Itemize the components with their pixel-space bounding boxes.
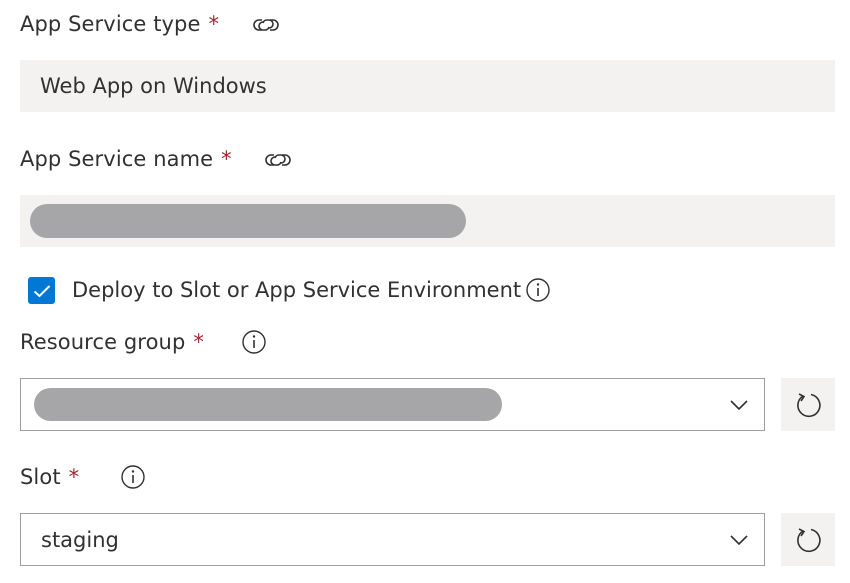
app-service-name-label: App Service name [20, 147, 214, 171]
required-asterisk: * [208, 12, 220, 36]
slot-dropdown[interactable]: staging [20, 513, 765, 566]
resource-group-label: Resource group [20, 330, 186, 354]
deploy-to-slot-checkbox[interactable] [28, 277, 55, 304]
chevron-down-icon [730, 535, 748, 546]
refresh-icon [797, 392, 821, 417]
slot-label: Slot [20, 465, 61, 489]
redaction-mark [30, 204, 466, 238]
app-service-type-value: Web App on Windows [40, 74, 267, 98]
link-icon[interactable] [263, 148, 293, 172]
info-icon[interactable] [525, 277, 551, 303]
info-icon[interactable] [241, 329, 267, 355]
link-icon[interactable] [251, 13, 281, 37]
required-asterisk: * [193, 330, 204, 354]
required-asterisk: * [68, 465, 80, 489]
deploy-to-slot-label: Deploy to Slot or App Service Environmen… [72, 278, 522, 302]
refresh-icon [797, 527, 821, 552]
resource-group-refresh-button[interactable] [781, 378, 835, 431]
app-service-type-label-row: App Service type * [20, 9, 219, 39]
resource-group-label-row: Resource group * [20, 327, 204, 357]
app-service-name-label-row: App Service name * [20, 144, 232, 174]
slot-value: staging [41, 527, 119, 552]
slot-label-row: Slot * [20, 462, 79, 492]
chevron-down-icon [730, 400, 748, 411]
info-icon[interactable] [120, 464, 146, 490]
required-asterisk: * [221, 147, 232, 171]
slot-refresh-button[interactable] [781, 513, 835, 566]
redaction-mark [34, 388, 502, 421]
app-service-type-field[interactable]: Web App on Windows [20, 60, 835, 112]
app-service-type-label: App Service type [20, 12, 201, 36]
